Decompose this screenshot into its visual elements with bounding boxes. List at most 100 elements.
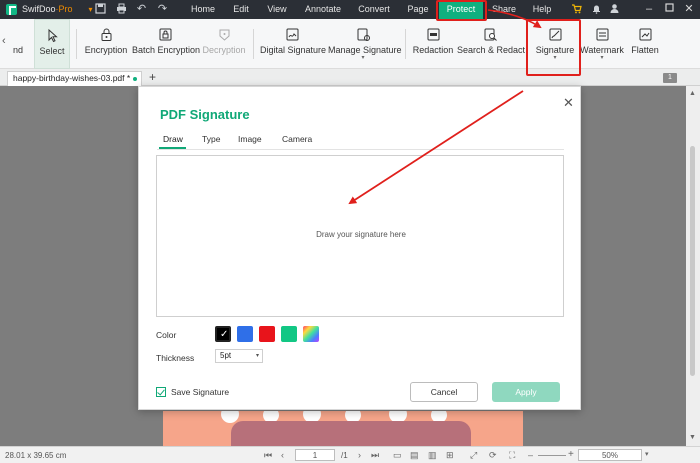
single-page-view-icon[interactable]: ▭ xyxy=(393,450,402,461)
last-page-icon[interactable]: ⏭ xyxy=(371,450,379,461)
maximize-icon[interactable] xyxy=(662,2,676,16)
menu-page[interactable]: Page xyxy=(402,0,434,19)
color-swatch-green[interactable] xyxy=(281,326,297,342)
print-icon[interactable] xyxy=(115,3,128,16)
digital-signature-icon xyxy=(285,27,300,42)
decryption-label: Decryption xyxy=(202,45,246,55)
ribbon-toolbar: ‹ nd Select Encryption Batch Encryption … xyxy=(0,19,700,69)
zoom-slider[interactable] xyxy=(538,455,566,456)
color-swatch-red[interactable] xyxy=(259,326,275,342)
manage-signature-button[interactable]: Manage Signature ▾ xyxy=(328,19,402,69)
color-swatch-blue[interactable] xyxy=(237,326,253,342)
scroll-up-icon[interactable]: ▲ xyxy=(689,90,696,97)
chevron-down-icon: ▾ xyxy=(600,55,604,61)
zoom-out-icon[interactable]: – xyxy=(528,450,533,460)
color-picker-swatch[interactable] xyxy=(303,326,319,342)
scroll-view-icon[interactable]: ▤ xyxy=(410,450,419,461)
document-tab-label: happy-birthday-wishes-03.pdf * xyxy=(13,73,131,83)
zoom-level-field[interactable]: 50% xyxy=(578,449,642,461)
thickness-select[interactable]: 5pt ▾ xyxy=(215,349,263,363)
page-dimensions: 28.01 x 39.65 cm xyxy=(5,451,67,460)
vertical-scrollbar[interactable]: ▲ ▼ xyxy=(686,86,700,446)
ribbon-divider xyxy=(405,29,406,59)
menu-share[interactable]: Share xyxy=(488,0,520,19)
batch-lock-icon xyxy=(158,27,173,42)
batch-encryption-button[interactable]: Batch Encryption xyxy=(132,19,200,69)
app-name: SwifDoo·Pro xyxy=(22,4,73,14)
save-icon[interactable] xyxy=(94,3,107,16)
chevron-down-icon: ▾ xyxy=(255,353,259,359)
document-tab[interactable]: happy-birthday-wishes-03.pdf * xyxy=(7,71,142,86)
menu-view[interactable]: View xyxy=(262,0,292,19)
color-swatch-black[interactable]: ✓ xyxy=(215,326,231,342)
menu-home[interactable]: Home xyxy=(184,0,222,19)
save-signature-checkbox[interactable] xyxy=(156,387,166,397)
chevron-down-icon[interactable]: ▾ xyxy=(645,450,649,458)
cart-icon[interactable] xyxy=(570,3,583,16)
redo-icon[interactable]: ↷ xyxy=(156,3,169,16)
dialog-title: PDF Signature xyxy=(160,107,250,122)
pdf-page-preview xyxy=(163,411,523,446)
ribbon-divider xyxy=(76,29,77,59)
scroll-down-icon[interactable]: ▼ xyxy=(689,434,696,441)
account-icon[interactable] xyxy=(608,3,621,16)
rotate-icon[interactable]: ⟳ xyxy=(489,450,497,461)
document-tab-bar: happy-birthday-wishes-03.pdf * + 1 xyxy=(0,69,700,86)
fullscreen-icon[interactable]: ⛶ xyxy=(509,450,515,461)
cancel-button[interactable]: Cancel xyxy=(410,382,478,402)
menu-annotate[interactable]: Annotate xyxy=(300,0,346,19)
menu-help[interactable]: Help xyxy=(528,0,556,19)
page-card-graphic xyxy=(231,421,471,446)
watermark-button[interactable]: Watermark ▾ xyxy=(580,19,624,69)
tab-image[interactable]: Image xyxy=(238,134,262,144)
active-tab-indicator xyxy=(159,147,186,149)
close-icon[interactable]: ✕ xyxy=(563,95,574,111)
scrollbar-thumb[interactable] xyxy=(690,146,695,376)
bell-icon[interactable] xyxy=(590,3,603,16)
flatten-button[interactable]: Flatten xyxy=(628,19,662,69)
lock-icon xyxy=(99,27,114,42)
ribbon-partial-button[interactable]: nd xyxy=(8,19,28,69)
minimize-icon[interactable]: – xyxy=(642,2,656,16)
search-redact-label: Search & Redact xyxy=(457,45,526,55)
close-window-icon[interactable]: ✕ xyxy=(682,2,696,16)
app-name-text: SwifDoo xyxy=(22,4,56,14)
cursor-icon xyxy=(45,28,60,43)
fit-width-icon[interactable]: ⊞ xyxy=(446,450,454,461)
app-logo-icon xyxy=(6,4,17,15)
search-redact-button[interactable]: Search & Redact xyxy=(457,19,526,69)
signature-draw-area[interactable]: Draw your signature here xyxy=(156,155,564,317)
tab-type[interactable]: Type xyxy=(202,134,220,144)
tab-draw[interactable]: Draw xyxy=(163,134,183,144)
ribbon-scroll-left-icon[interactable]: ‹ xyxy=(2,35,6,47)
chevron-down-icon: ▾ xyxy=(361,55,365,61)
tab-camera[interactable]: Camera xyxy=(282,134,312,144)
encryption-button[interactable]: Encryption xyxy=(84,19,128,69)
tab-divider xyxy=(157,149,564,150)
digital-signature-button[interactable]: Digital Signature xyxy=(260,19,327,69)
status-bar: 28.01 x 39.65 cm ⏮ ‹ 1 /1 › ⏭ ▭ ▤ ▥ ⊞ ⤢ … xyxy=(0,446,700,463)
menu-convert[interactable]: Convert xyxy=(354,0,394,19)
select-button[interactable]: Select xyxy=(34,19,70,69)
add-tab-button[interactable]: + xyxy=(149,70,156,84)
digital-signature-label: Digital Signature xyxy=(260,45,327,55)
first-page-icon[interactable]: ⏮ xyxy=(264,450,272,461)
page-number-input[interactable]: 1 xyxy=(295,449,335,461)
next-page-icon[interactable]: › xyxy=(358,450,361,460)
apply-button[interactable]: Apply xyxy=(492,382,560,402)
redaction-button[interactable]: Redaction xyxy=(412,19,454,69)
redaction-label: Redaction xyxy=(412,45,454,55)
draw-hint: Draw your signature here xyxy=(316,230,406,239)
unlock-icon xyxy=(217,27,232,42)
select-label: Select xyxy=(39,46,65,56)
menu-edit[interactable]: Edit xyxy=(226,0,256,19)
thickness-label: Thickness xyxy=(156,353,195,363)
undo-icon[interactable]: ↶ xyxy=(135,3,148,16)
fit-page-icon[interactable]: ⤢ xyxy=(470,450,477,461)
previous-page-icon[interactable]: ‹ xyxy=(281,450,284,460)
zoom-in-icon[interactable]: + xyxy=(568,449,574,460)
color-label: Color xyxy=(156,330,177,340)
decryption-button[interactable]: Decryption xyxy=(201,19,247,69)
save-signature-label: Save Signature xyxy=(171,387,230,397)
two-page-view-icon[interactable]: ▥ xyxy=(428,450,437,461)
